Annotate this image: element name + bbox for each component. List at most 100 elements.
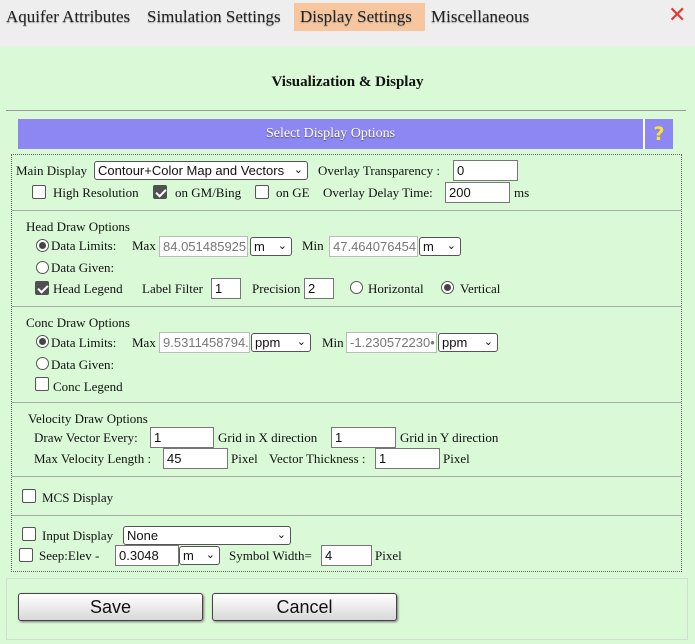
conc-legend-label: Conc Legend bbox=[53, 379, 123, 394]
chevron-down-icon: ⌄ bbox=[483, 336, 493, 348]
input-display-value: None bbox=[127, 528, 159, 543]
main-display-select[interactable]: Contour+Color Map and Vectors ⌄ bbox=[94, 161, 308, 180]
tab-aquifer-attributes[interactable]: Aquifer Attributes bbox=[0, 3, 136, 31]
tab-bar: Aquifer Attributes Simulation Settings D… bbox=[0, 0, 695, 47]
tab-display-settings[interactable]: Display Settings bbox=[294, 3, 425, 31]
head-data-limits-radio[interactable] bbox=[36, 239, 49, 252]
seep-elev-input[interactable]: 0.3048 bbox=[115, 545, 179, 566]
head-min-label: Min bbox=[302, 238, 324, 253]
label-filter-label: Label Filter bbox=[142, 281, 204, 296]
head-max-input[interactable]: 84.051485925 bbox=[159, 236, 248, 257]
head-data-given-radio[interactable] bbox=[36, 261, 49, 274]
ms-label: ms bbox=[514, 185, 530, 200]
seep-elev-checkbox[interactable] bbox=[19, 548, 33, 562]
close-icon[interactable]: ✕ bbox=[668, 4, 686, 28]
conc-legend-checkbox[interactable] bbox=[35, 377, 49, 391]
title-divider bbox=[6, 110, 686, 111]
tab-miscellaneous[interactable]: Miscellaneous bbox=[425, 3, 535, 31]
pixel-label: Pixel bbox=[443, 451, 470, 466]
conc-min-unit: ppm bbox=[442, 335, 468, 350]
head-max-unit: m bbox=[254, 239, 265, 254]
horizontal-label: Horizontal bbox=[368, 281, 424, 296]
max-velocity-length-input[interactable]: 45 bbox=[163, 448, 228, 469]
main-display-value: Contour+Color Map and Vectors bbox=[98, 163, 285, 178]
ge-label: on GE bbox=[276, 185, 310, 200]
precision-label: Precision bbox=[252, 281, 301, 296]
conc-min-unit-select[interactable]: ppm ⌄ bbox=[438, 333, 498, 352]
head-max-unit-select[interactable]: m ⌄ bbox=[250, 237, 292, 256]
high-resolution-label: High Resolution bbox=[53, 185, 139, 200]
seep-elev-label: Seep:Elev - bbox=[39, 548, 100, 563]
mcs-display-checkbox[interactable] bbox=[22, 489, 36, 503]
vector-thickness-label: Vector Thickness : bbox=[269, 451, 366, 466]
conc-max-label: Max bbox=[132, 335, 156, 350]
chevron-down-icon: ⌄ bbox=[205, 549, 215, 561]
conc-data-limits-label: Data Limits: bbox=[51, 335, 117, 350]
overlay-transparency-label: Overlay Transparency : bbox=[318, 163, 441, 178]
chevron-down-icon: ⌄ bbox=[296, 336, 306, 348]
divider bbox=[12, 476, 681, 477]
head-max-label: Max bbox=[132, 238, 156, 253]
conc-min-label: Min bbox=[322, 335, 344, 350]
chevron-down-icon: ⌄ bbox=[293, 164, 303, 176]
conc-options-title: Conc Draw Options bbox=[26, 315, 130, 330]
max-velocity-length-label: Max Velocity Length : bbox=[34, 451, 152, 466]
precision-input[interactable]: 2 bbox=[304, 278, 334, 299]
head-min-unit-select[interactable]: m ⌄ bbox=[419, 237, 461, 256]
divider bbox=[12, 210, 681, 211]
grid-y-input[interactable]: 1 bbox=[331, 427, 396, 448]
divider bbox=[12, 402, 681, 403]
conc-max-unit: ppm bbox=[255, 335, 281, 350]
symbol-width-label: Symbol Width= bbox=[229, 548, 312, 563]
conc-min-input[interactable]: -1.230572230• bbox=[346, 332, 437, 353]
horizontal-radio[interactable] bbox=[350, 281, 363, 294]
pixel-label: Pixel bbox=[375, 548, 402, 563]
section-header: Select Display Options bbox=[18, 119, 643, 149]
grid-x-label: Grid in X direction bbox=[218, 430, 318, 445]
gm-bing-label: on GM/Bing bbox=[175, 185, 242, 200]
chevron-down-icon: ⌄ bbox=[276, 529, 286, 541]
mcs-display-label: MCS Display bbox=[42, 490, 114, 505]
gm-bing-checkbox[interactable] bbox=[153, 185, 167, 199]
conc-data-given-radio[interactable] bbox=[36, 357, 49, 370]
ge-checkbox[interactable] bbox=[255, 185, 269, 199]
overlay-transparency-input[interactable]: 0 bbox=[453, 160, 518, 181]
help-icon[interactable]: ? bbox=[643, 119, 673, 149]
input-display-select[interactable]: None ⌄ bbox=[123, 526, 291, 545]
grid-y-label: Grid in Y direction bbox=[400, 430, 499, 445]
vector-thickness-input[interactable]: 1 bbox=[375, 448, 440, 469]
input-display-checkbox[interactable] bbox=[22, 527, 36, 541]
velocity-options-title: Velocity Draw Options bbox=[28, 411, 148, 426]
conc-data-limits-radio[interactable] bbox=[36, 335, 49, 348]
conc-max-input[interactable]: 9.5311458794. bbox=[159, 332, 250, 353]
label-filter-input[interactable]: 1 bbox=[211, 278, 241, 299]
symbol-width-input[interactable]: 4 bbox=[321, 545, 372, 566]
head-data-limits-label: Data Limits: bbox=[51, 238, 117, 253]
vertical-label: Vertical bbox=[460, 281, 501, 296]
seep-unit-select[interactable]: m ⌄ bbox=[179, 546, 220, 565]
main-display-label: Main Display bbox=[16, 163, 88, 178]
head-options-title: Head Draw Options bbox=[26, 219, 130, 234]
head-min-unit: m bbox=[423, 239, 434, 254]
chevron-down-icon: ⌄ bbox=[446, 240, 456, 252]
tab-simulation-settings[interactable]: Simulation Settings bbox=[141, 3, 287, 31]
cancel-button[interactable]: Cancel bbox=[212, 593, 397, 621]
grid-x-input[interactable]: 1 bbox=[150, 427, 214, 448]
pixel-label: Pixel bbox=[231, 451, 258, 466]
overlay-delay-label: Overlay Delay Time: bbox=[323, 185, 433, 200]
input-display-label: Input Display bbox=[42, 528, 114, 543]
vertical-radio[interactable] bbox=[441, 281, 454, 294]
head-legend-checkbox[interactable] bbox=[35, 281, 49, 295]
page-title: Visualization & Display bbox=[271, 74, 424, 90]
chevron-down-icon: ⌄ bbox=[277, 240, 287, 252]
draw-vector-every-label: Draw Vector Every: bbox=[34, 430, 138, 445]
divider bbox=[12, 306, 681, 307]
divider bbox=[12, 515, 681, 516]
overlay-delay-input[interactable]: 200 bbox=[445, 182, 510, 203]
head-legend-label: Head Legend bbox=[53, 281, 123, 296]
save-button[interactable]: Save bbox=[18, 593, 203, 621]
conc-data-given-label: Data Given: bbox=[51, 357, 115, 372]
head-min-input[interactable]: 47.464076454 bbox=[329, 236, 418, 257]
conc-max-unit-select[interactable]: ppm ⌄ bbox=[251, 333, 311, 352]
high-resolution-checkbox[interactable] bbox=[32, 185, 46, 199]
